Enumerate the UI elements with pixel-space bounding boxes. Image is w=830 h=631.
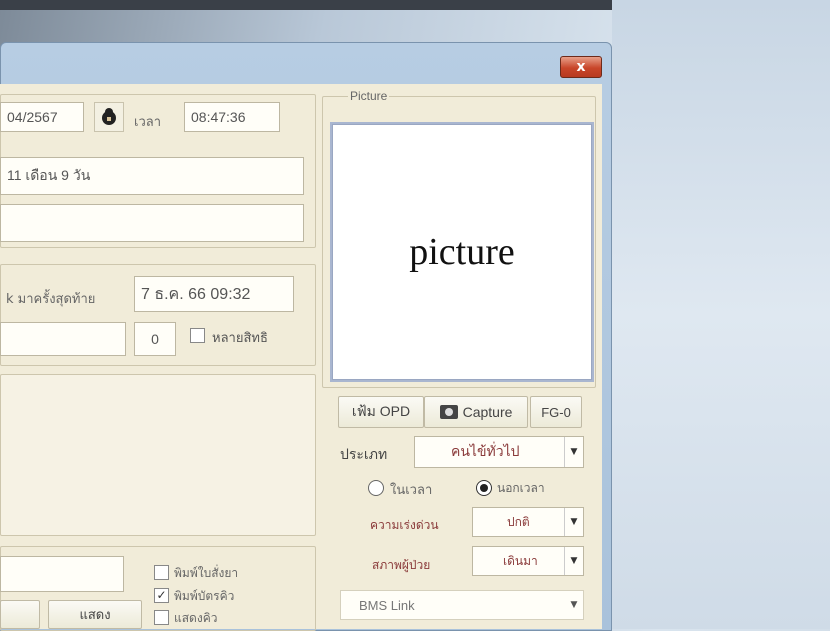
out-hours-radio[interactable]	[476, 480, 492, 496]
print-drug-checkbox[interactable]	[154, 565, 169, 580]
info-field[interactable]	[0, 204, 304, 242]
radio-dot	[480, 484, 488, 492]
in-hours-radio[interactable]	[368, 480, 384, 496]
multi-rights-checkbox[interactable]	[190, 328, 205, 343]
print-drug-label: พิมพ์ใบสั่งยา	[174, 566, 239, 580]
show-queue-label: แสดงคิว	[174, 611, 218, 625]
in-hours-label: ในเวลา	[390, 483, 433, 498]
condition-value: เดินมา	[503, 553, 538, 568]
type-dropdown[interactable]: คนไข้ทั่วไป ▼	[414, 436, 584, 468]
type-value: คนไข้ทั่วไป	[451, 444, 520, 460]
time-field[interactable]: 08:47:36	[184, 102, 280, 132]
condition-label: สภาพผู้ป่วย	[372, 558, 431, 572]
chevron-down-icon[interactable]: ▼	[564, 437, 583, 467]
urgency-value: ปกติ	[507, 514, 530, 529]
window-client-area: 04/2567 เวลา 08:47:36 11 เดือน 9 วัน k ม…	[0, 84, 602, 631]
multi-rights-label: หลายสิทธิ	[212, 331, 268, 346]
fg-button[interactable]: FG-0	[530, 396, 582, 428]
print-queue-checkbox[interactable]: ✓	[154, 588, 169, 603]
urgency-dropdown[interactable]: ปกติ ▼	[472, 507, 584, 537]
chevron-down-icon[interactable]: ▼	[564, 547, 583, 575]
lock-icon[interactable]	[94, 102, 124, 132]
time-label: เวลา	[134, 115, 162, 130]
spacer-button[interactable]	[0, 600, 40, 629]
close-button[interactable]: x	[560, 56, 602, 78]
visit-date-field[interactable]: 04/2567	[0, 102, 84, 132]
condition-dropdown[interactable]: เดินมา ▼	[472, 546, 584, 576]
capture-label: Capture	[462, 404, 513, 420]
capture-button[interactable]: Capture	[424, 396, 528, 428]
age-field[interactable]: 11 เดือน 9 วัน	[0, 157, 304, 195]
urgency-label: ความเร่งด่วน	[370, 518, 439, 532]
detail-group	[0, 374, 316, 536]
camera-icon	[439, 405, 458, 419]
rights-field[interactable]	[0, 322, 126, 356]
bms-link-value: BMS Link	[359, 597, 415, 613]
opd-file-button[interactable]: เฟ้ม OPD	[338, 396, 424, 428]
out-hours-label: นอกเวลา	[497, 481, 545, 495]
count-field[interactable]: 0	[134, 322, 176, 356]
type-label: ประเภท	[340, 447, 388, 463]
print-queue-label: พิมพ์บัตรคิว	[174, 589, 235, 603]
picture-placeholder: picture	[409, 231, 515, 273]
bms-link-dropdown[interactable]: BMS Link ▼	[340, 590, 584, 620]
last-visit-label: k มาครั้งสุดท้าย	[6, 292, 96, 307]
chevron-down-icon[interactable]: ▼	[565, 591, 583, 619]
picture-box[interactable]: picture	[332, 124, 592, 380]
desktop-background	[612, 0, 830, 629]
last-visit-field[interactable]: 7 ธ.ค. 66 09:32	[134, 276, 294, 312]
bottom-input[interactable]	[0, 556, 124, 592]
picture-group-label: Picture	[348, 89, 390, 103]
show-button[interactable]: แสดง	[48, 600, 142, 629]
show-queue-checkbox[interactable]	[154, 610, 169, 625]
chevron-down-icon[interactable]: ▼	[564, 508, 583, 536]
